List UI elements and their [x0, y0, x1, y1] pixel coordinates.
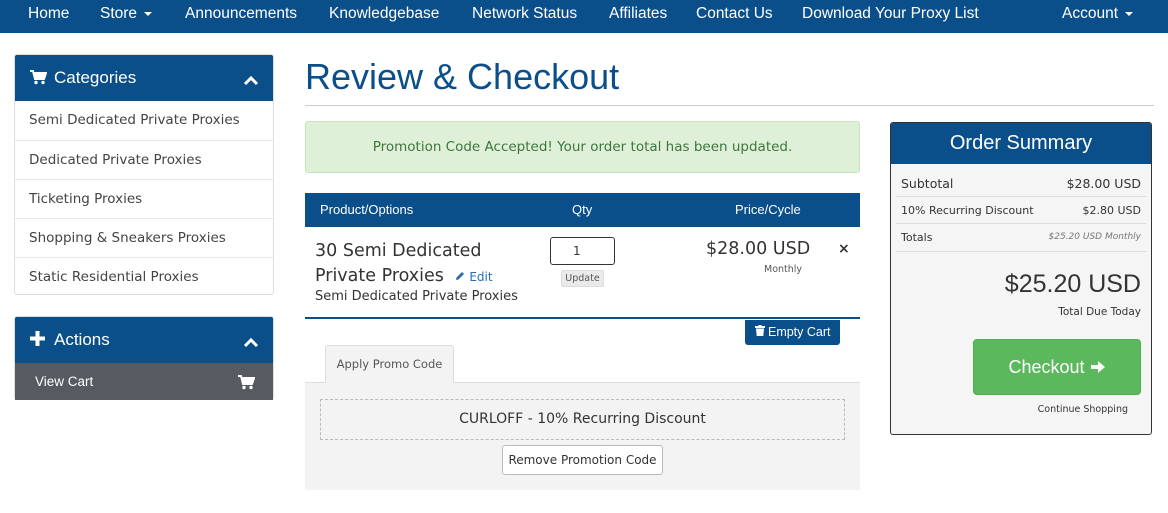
cart-icon: [238, 375, 256, 394]
actions-panel: Actions View Cart: [14, 316, 274, 400]
category-ticketing[interactable]: Ticketing Proxies: [15, 179, 273, 218]
edit-label: Edit: [469, 270, 493, 284]
nav-store[interactable]: Store: [100, 5, 153, 23]
checkout-button[interactable]: Checkout: [973, 339, 1141, 395]
summary-divider: [896, 251, 1146, 252]
subtotal-value: $28.00 USD: [1066, 176, 1141, 191]
empty-cart-button[interactable]: Empty Cart: [745, 320, 840, 345]
category-dedicated[interactable]: Dedicated Private Proxies: [15, 140, 273, 179]
cart-icon: [30, 70, 48, 89]
nav-account-label: Account: [1062, 5, 1119, 22]
nav-contact[interactable]: Contact Us: [696, 5, 773, 23]
close-icon[interactable]: ×: [838, 241, 850, 257]
chevron-up-icon[interactable]: [243, 333, 259, 352]
arrow-right-icon: [1090, 361, 1105, 373]
col-qty: Qty: [572, 202, 593, 217]
total-due-label: Total Due Today: [1058, 306, 1141, 318]
subtotal-row: Subtotal $28.00 USD: [901, 176, 1141, 191]
categories-header[interactable]: Categories: [15, 55, 273, 101]
checkout-label: Checkout: [1008, 357, 1085, 377]
caret-down-icon: [144, 11, 153, 16]
continue-shopping-link[interactable]: Continue Shopping: [1038, 404, 1128, 415]
product-name-cell: 30 Semi Dedicated Private Proxies Edit: [315, 239, 515, 290]
nav-announcements[interactable]: Announcements: [185, 5, 297, 23]
nav-network-status[interactable]: Network Status: [472, 5, 577, 23]
tab-apply-promo[interactable]: Apply Promo Code: [325, 345, 454, 383]
chevron-up-icon[interactable]: [243, 71, 259, 90]
nav-download-proxy-list[interactable]: Download Your Proxy List: [802, 5, 979, 23]
nav-home[interactable]: Home: [28, 5, 69, 23]
nav-affiliates[interactable]: Affiliates: [609, 5, 667, 23]
order-summary-panel: Order Summary Subtotal $28.00 USD 10% Re…: [890, 122, 1152, 435]
empty-cart-label: Empty Cart: [767, 325, 831, 339]
subtotal-label: Subtotal: [901, 176, 954, 191]
categories-list: Semi Dedicated Private Proxies Dedicated…: [15, 101, 273, 296]
quantity-input[interactable]: 1: [550, 237, 615, 265]
actions-header[interactable]: Actions: [15, 317, 273, 363]
nav-knowledgebase[interactable]: Knowledgebase: [329, 5, 439, 23]
discount-value: $2.80 USD: [1082, 204, 1142, 217]
category-semi-dedicated[interactable]: Semi Dedicated Private Proxies: [15, 101, 273, 140]
col-price: Price/Cycle: [735, 202, 801, 217]
top-navbar: Home Store Announcements Knowledgebase N…: [0, 0, 1168, 33]
categories-title: Categories: [54, 68, 137, 87]
summary-divider: [896, 223, 1146, 224]
trash-icon: [754, 325, 765, 336]
title-divider: [305, 105, 1154, 106]
product-group: Semi Dedicated Private Proxies: [315, 289, 518, 304]
view-cart-link[interactable]: View Cart: [15, 363, 273, 400]
nav-account[interactable]: Account: [1062, 5, 1134, 23]
nav-store-label: Store: [100, 5, 138, 22]
view-cart-label: View Cart: [35, 374, 94, 389]
categories-panel: Categories Semi Dedicated Private Proxie…: [14, 54, 274, 295]
totals-label: Totals: [901, 231, 933, 244]
total-due: $25.20 USD: [1004, 270, 1141, 298]
remove-promo-button[interactable]: Remove Promotion Code: [502, 445, 663, 475]
actions-title: Actions: [54, 330, 110, 349]
discount-row: 10% Recurring Discount $2.80 USD: [901, 204, 1141, 217]
page-title: Review & Checkout: [305, 56, 620, 97]
category-static-residential[interactable]: Static Residential Proxies: [15, 257, 273, 296]
col-product: Product/Options: [320, 202, 414, 217]
edit-product-link[interactable]: Edit: [455, 270, 493, 284]
cart-item-row: 30 Semi Dedicated Private Proxies Edit S…: [305, 227, 860, 319]
item-price: $28.00 USD: [706, 239, 811, 259]
totals-row: Totals $25.20 USD Monthly: [901, 231, 1141, 244]
promo-success-alert: Promotion Code Accepted! Your order tota…: [305, 121, 860, 173]
discount-label: 10% Recurring Discount: [901, 204, 1034, 217]
caret-down-icon: [1125, 11, 1134, 16]
totals-value: $25.20 USD Monthly: [1048, 232, 1141, 242]
plus-icon: [30, 331, 45, 350]
summary-divider: [896, 196, 1146, 197]
category-shopping-sneakers[interactable]: Shopping & Sneakers Proxies: [15, 218, 273, 257]
item-billing-cycle: Monthly: [764, 264, 803, 275]
cart-table-header: Product/Options Qty Price/Cycle: [305, 193, 860, 227]
pencil-icon: [456, 272, 465, 280]
order-summary-title: Order Summary: [891, 123, 1151, 164]
update-qty-button[interactable]: Update: [561, 270, 604, 287]
applied-promo-code: CURLOFF - 10% Recurring Discount: [320, 399, 845, 440]
